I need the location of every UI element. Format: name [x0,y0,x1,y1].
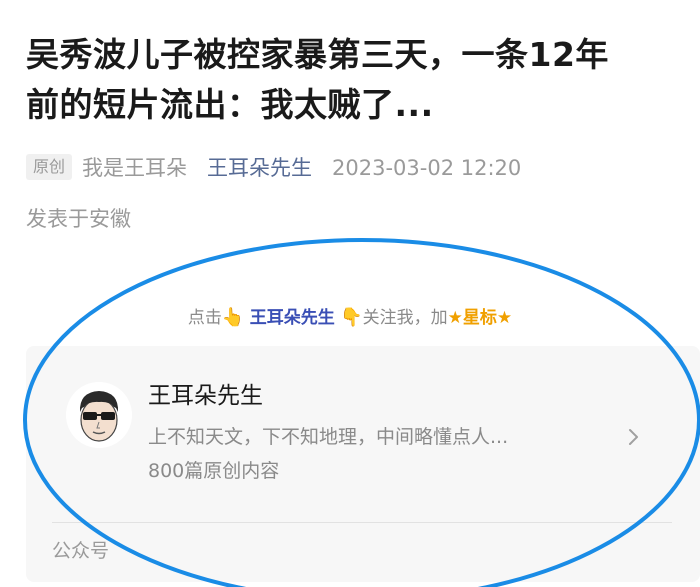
cartoon-avatar-icon [66,382,132,448]
pointing-down-icon: 👇 [340,307,363,328]
star-mark-label: ★星标★ [447,308,513,328]
article-meta: 原创 我是王耳朵 王耳朵先生 2023-03-02 12:20 [26,152,686,184]
article-title-line-1: 吴秀波儿子被控家暴第三天，一条12年 [26,35,609,74]
pointing-up-icon: 👆 [221,307,245,328]
card-account-type: 公众号 [52,540,110,562]
follow-prefix: 点击 [187,308,222,328]
account-link[interactable]: 王耳朵先生 [207,156,312,180]
follow-middle-text: 关注我，加 [362,308,448,328]
author-name: 我是王耳朵 [82,156,188,180]
follow-prompt: 点击👆 王耳朵先生 👇关注我，加★星标★ [0,304,700,332]
article-title: 吴秀波儿子被控家暴第三天，一条12年 前的短片流出：我太贼了... [26,30,686,130]
card-account-name: 王耳朵先生 [148,383,263,409]
chevron-right-icon[interactable] [624,422,644,452]
card-divider [52,522,672,523]
article-title-line-2: 前的短片流出：我太贼了... [26,85,434,124]
publish-datetime: 2023-03-02 12:20 [332,156,522,180]
follow-account-name[interactable]: 王耳朵先生 [250,308,335,328]
card-description: 上不知天文，下不知地理，中间略懂点人... [148,426,509,448]
original-tag: 原创 [26,154,73,180]
account-avatar [66,382,132,448]
card-article-count: 800篇原创内容 [148,460,280,482]
account-card[interactable]: 王耳朵先生 上不知天文，下不知地理，中间略懂点人... 800篇原创内容 公众号 [26,346,700,582]
publish-location: 发表于安徽 [26,207,131,231]
